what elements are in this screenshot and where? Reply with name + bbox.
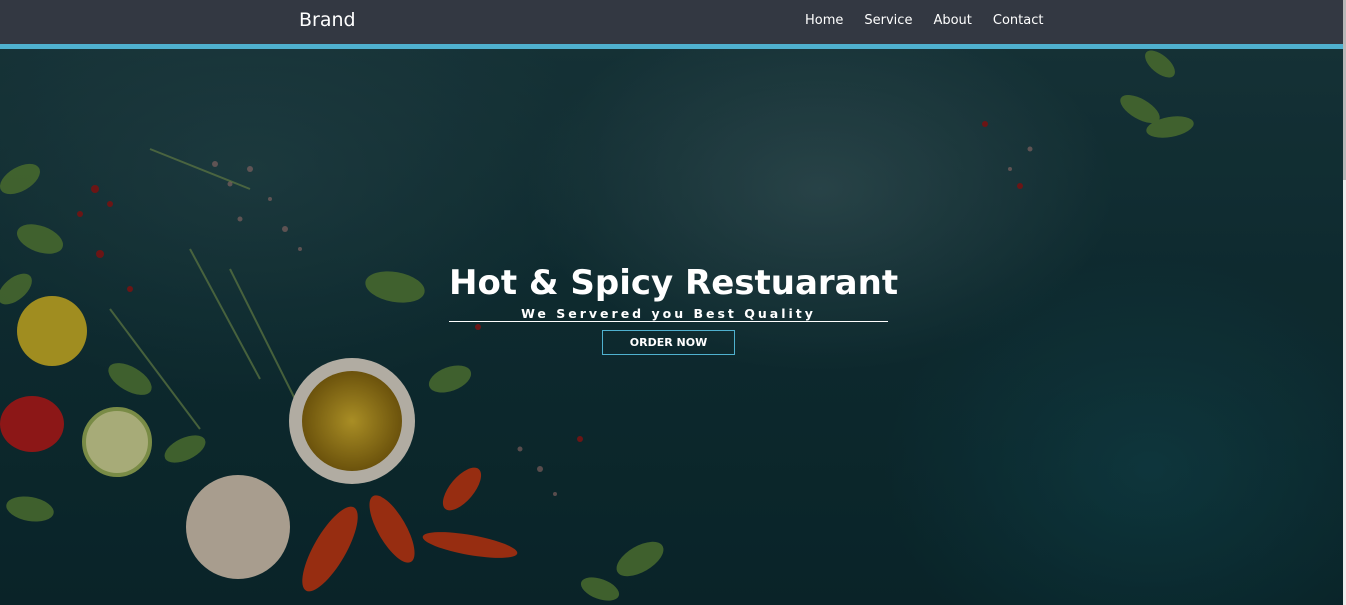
hero-subtitle: We Servered you Best Quality bbox=[449, 307, 888, 322]
hero-content: Hot & Spicy Restuarant We Servered you B… bbox=[449, 260, 899, 355]
brand-logo-link[interactable]: Brand bbox=[299, 9, 356, 31]
nav-link-home[interactable]: Home bbox=[805, 13, 843, 28]
nav-link-service[interactable]: Service bbox=[864, 13, 912, 28]
hero-title: Hot & Spicy Restuarant bbox=[449, 263, 899, 303]
order-now-button[interactable]: ORDER NOW bbox=[602, 330, 735, 355]
top-navbar: Brand Home Service About Contact bbox=[0, 0, 1346, 44]
nav-links: Home Service About Contact bbox=[805, 13, 1064, 28]
hero-section: Hot & Spicy Restuarant We Servered you B… bbox=[0, 49, 1343, 605]
nav-link-contact[interactable]: Contact bbox=[993, 13, 1044, 28]
nav-link-about[interactable]: About bbox=[933, 13, 971, 28]
